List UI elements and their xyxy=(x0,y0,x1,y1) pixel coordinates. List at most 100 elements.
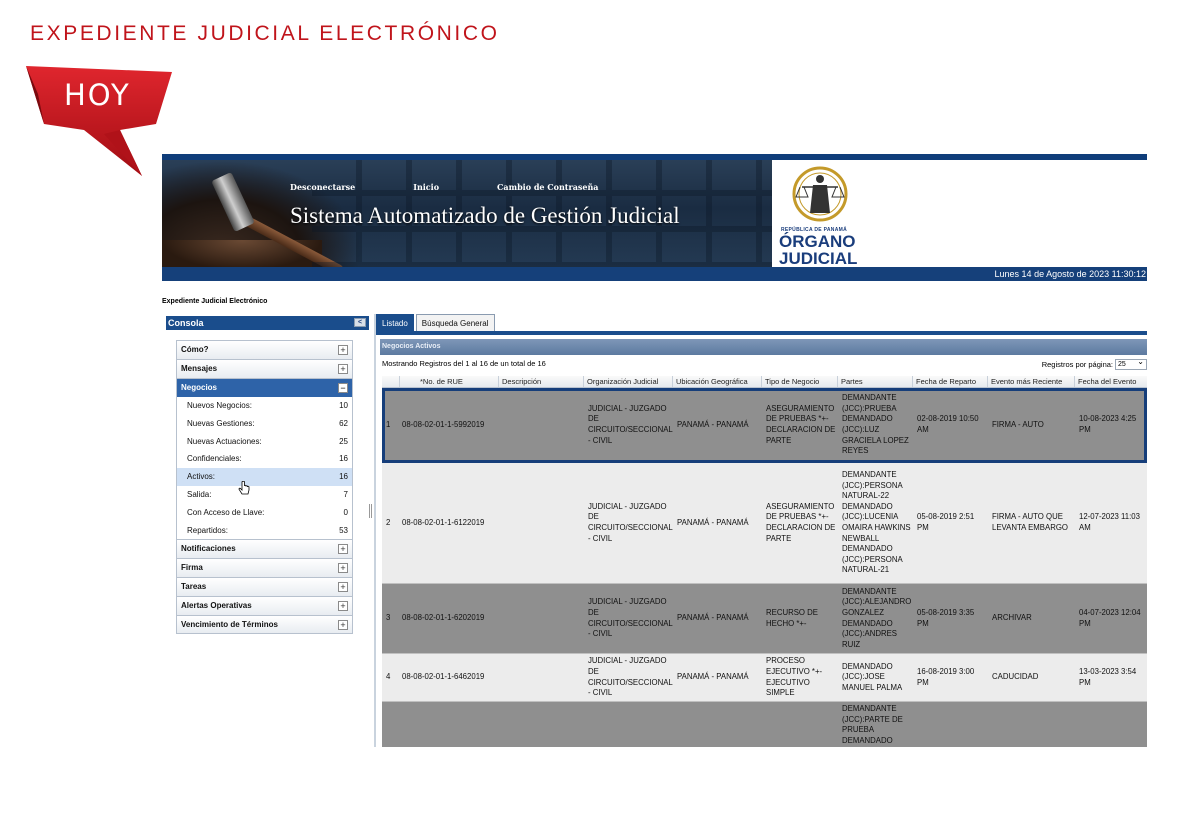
logo-line2: JUDICIAL xyxy=(779,249,858,267)
table-row[interactable]: 1 08-08-02-01-1-5992019 JUDICIAL - JUZGA… xyxy=(382,388,1147,463)
splitter-grip-icon[interactable] xyxy=(369,504,372,518)
expand-icon[interactable]: + xyxy=(338,563,348,574)
section-label: Mensajes xyxy=(181,364,218,373)
cell-organizacion: JUDICIAL - JUZGADO DE CIRCUITO/SECCIONAL… xyxy=(588,403,673,445)
date-bar: Lunes 14 de Agosto de 2023 11:30:12 xyxy=(162,267,1147,281)
cases-table: *No. de RUE Descripción Organización Jud… xyxy=(382,376,1147,747)
item-label: Salida: xyxy=(187,489,212,499)
sidebar: Cómo? + Mensajes + Negocios − Nuevos Neg… xyxy=(176,340,353,635)
cell-index: 3 xyxy=(386,613,391,623)
item-count: 10 xyxy=(339,401,348,410)
cell-fecha-evento: 04-07-2023 12:04 PM xyxy=(1079,607,1141,628)
cell-partes: DEMANDANTE (JCC):PERSONA NATURAL-22 DEMA… xyxy=(842,470,911,575)
sidebar-item-nuevos-negocios[interactable]: Nuevos Negocios: 10 xyxy=(176,397,353,415)
cell-ubicacion: PANAMÁ - PANAMÁ xyxy=(677,672,749,682)
col-ubicacion[interactable]: Ubicación Geográfica xyxy=(673,376,762,387)
sidebar-section-negocios[interactable]: Negocios − xyxy=(176,378,353,397)
home-link[interactable]: Inicio xyxy=(413,182,439,192)
sidebar-section-firma[interactable]: Firma + xyxy=(176,558,353,578)
col-descripcion[interactable]: Descripción xyxy=(499,376,584,387)
cell-rue: 08-08-02-01-1-6462019 xyxy=(402,672,485,682)
records-info: Mostrando Registros del 1 al 16 de un to… xyxy=(382,359,546,368)
change-password-link[interactable]: Cambio de Contraseña xyxy=(497,182,598,192)
cell-fecha-evento: 12-07-2023 11:03 AM xyxy=(1079,512,1140,532)
expand-icon[interactable]: + xyxy=(338,544,348,555)
tab-listado[interactable]: Listado xyxy=(376,314,414,331)
item-label: Repartidos: xyxy=(187,525,228,535)
expand-icon[interactable]: + xyxy=(338,620,348,631)
expand-icon[interactable]: + xyxy=(338,601,348,612)
item-label: Nuevas Gestiones: xyxy=(187,418,255,428)
expand-icon[interactable]: + xyxy=(338,582,348,593)
section-label: Vencimiento de Términos xyxy=(181,620,278,630)
cell-rue: 08-08-02-01-1-6122019 xyxy=(402,517,485,527)
console-title: Consola xyxy=(168,318,204,328)
expand-icon[interactable]: + xyxy=(338,364,348,374)
collapse-icon[interactable]: < xyxy=(354,318,366,327)
sidebar-item-activos[interactable]: Activos: 16 xyxy=(176,468,353,486)
cell-evento: ARCHIVAR xyxy=(992,613,1032,623)
panel-title: Negocios Activos xyxy=(380,339,1147,355)
sidebar-section-como[interactable]: Cómo? + xyxy=(176,340,353,359)
table-row[interactable]: 4 08-08-02-01-1-6462019 JUDICIAL - JUZGA… xyxy=(382,654,1147,702)
sidebar-item-acceso-llave[interactable]: Con Acceso de Llave: 0 xyxy=(176,503,353,522)
cell-rue: 08-08-02-01-1-5992019 xyxy=(402,419,485,429)
item-label: Confidenciales: xyxy=(187,454,242,464)
cell-tipo: RECURSO DE HECHO *+- xyxy=(766,607,818,628)
col-tipo[interactable]: Tipo de Negocio xyxy=(762,376,838,387)
item-count: 16 xyxy=(339,454,348,464)
sidebar-section-mensajes[interactable]: Mensajes + xyxy=(176,359,353,378)
sidebar-section-tareas[interactable]: Tareas + xyxy=(176,577,353,597)
current-datetime: Lunes 14 de Agosto de 2023 11:30:12 xyxy=(994,269,1146,279)
col-partes[interactable]: Partes xyxy=(838,376,913,387)
tab-bar: Listado Búsqueda General xyxy=(376,314,497,331)
justice-emblem-icon xyxy=(792,166,848,222)
item-count: 0 xyxy=(343,507,348,517)
page-size-select[interactable]: 25 xyxy=(1115,357,1147,370)
table-row[interactable]: 2 08-08-02-01-1-6122019 JUDICIAL - JUZGA… xyxy=(382,463,1147,584)
sidebar-item-confidenciales[interactable]: Confidenciales: 16 xyxy=(176,450,353,469)
cell-index: 2 xyxy=(386,517,391,527)
section-label: Cómo? xyxy=(181,345,209,354)
col-evento[interactable]: Evento más Reciente xyxy=(988,376,1075,387)
tab-underline xyxy=(376,331,1147,335)
cell-fecha-reparto: 02-08-2019 10:50 AM xyxy=(917,414,979,434)
cell-partes: DEMANDANTE (JCC):PRUEBA DEMANDADO (JCC):… xyxy=(842,393,909,456)
section-label: Alertas Operativas xyxy=(181,601,252,611)
app-window: Desconectarse Inicio Cambio de Contraseñ… xyxy=(162,154,1147,747)
page-size-label: Registros por página: xyxy=(1041,360,1113,369)
banner-nav: Desconectarse Inicio Cambio de Contraseñ… xyxy=(290,182,657,192)
breadcrumb: Expediente Judicial Electrónico xyxy=(162,298,268,305)
cell-tipo: ASEGURAMIENTO DE PRUEBAS *+- DECLARACION… xyxy=(766,501,836,543)
cell-fecha-reparto: 16-08-2019 3:00 PM xyxy=(917,666,975,687)
sidebar-section-alertas[interactable]: Alertas Operativas + xyxy=(176,596,353,616)
sidebar-item-repartidos[interactable]: Repartidos: 53 xyxy=(176,521,353,540)
expand-icon[interactable]: + xyxy=(338,345,348,355)
section-label: Negocios xyxy=(181,383,218,392)
col-rue[interactable]: *No. de RUE xyxy=(400,376,499,387)
hoy-badge: HOY xyxy=(24,64,176,178)
page-size-control: Registros por página: 25 xyxy=(1041,357,1147,370)
col-organizacion[interactable]: Organización Judicial xyxy=(584,376,673,387)
sidebar-section-notificaciones[interactable]: Notificaciones + xyxy=(176,539,353,559)
tab-busqueda-general[interactable]: Búsqueda General xyxy=(415,314,495,331)
collapse-section-icon[interactable]: − xyxy=(338,383,348,393)
table-row[interactable]: DEMANDANTE (JCC):PARTE DE PRUEBA DEMANDA… xyxy=(382,702,1147,747)
sidebar-item-nuevas-actuaciones[interactable]: Nuevas Actuaciones: 25 xyxy=(176,432,353,451)
table-row[interactable]: 3 08-08-02-01-1-6202019 JUDICIAL - JUZGA… xyxy=(382,584,1147,654)
col-index xyxy=(382,376,400,387)
cell-partes: DEMANDANTE (JCC):ALEJANDRO GONZALEZ DEMA… xyxy=(842,586,912,649)
cell-fecha-evento: 10-08-2023 4:25 PM xyxy=(1079,414,1137,434)
col-fecha-reparto[interactable]: Fecha de Reparto xyxy=(913,376,988,387)
sidebar-section-vencimiento[interactable]: Vencimiento de Términos + xyxy=(176,615,353,635)
item-count: 62 xyxy=(339,418,348,428)
pane-divider[interactable] xyxy=(374,314,376,747)
hoy-label: HOY xyxy=(64,78,131,112)
cell-ubicacion: PANAMÁ - PANAMÁ xyxy=(677,517,749,527)
col-fecha-evento[interactable]: Fecha del Evento xyxy=(1075,376,1147,387)
page: EXPEDIENTE JUDICIAL ELECTRÓNICO HOY Desc… xyxy=(0,0,1182,813)
sidebar-item-salida[interactable]: Salida: 7 xyxy=(176,485,353,504)
sidebar-item-nuevas-gestiones[interactable]: Nuevas Gestiones: 62 xyxy=(176,414,353,433)
logout-link[interactable]: Desconectarse xyxy=(290,182,355,192)
cell-fecha-reparto: 05-08-2019 3:35 PM xyxy=(917,607,975,628)
